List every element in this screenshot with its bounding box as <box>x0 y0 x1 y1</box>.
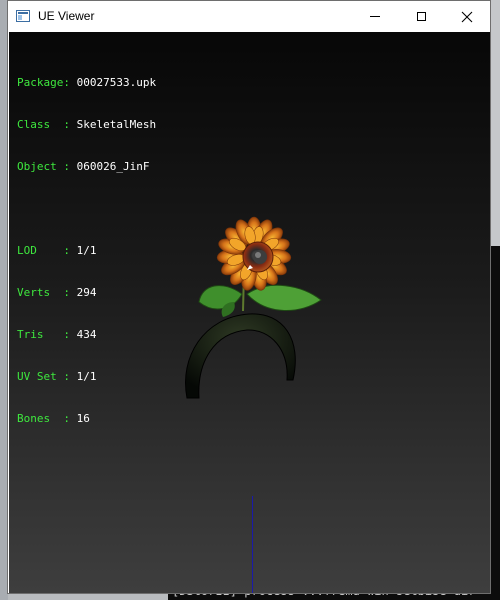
close-icon <box>461 11 473 22</box>
close-button[interactable] <box>444 1 490 32</box>
maximize-button[interactable] <box>398 1 444 32</box>
minimize-button[interactable] <box>352 1 398 32</box>
minimize-icon <box>370 16 380 17</box>
3d-viewport[interactable]: Package: 00027533.upk Class : SkeletalMe… <box>9 32 490 593</box>
sunflower-headband-model <box>185 216 322 399</box>
window-title: UE Viewer <box>38 9 95 23</box>
maximize-icon <box>416 12 426 21</box>
ue-viewer-window: UE Viewer Package: 00027533.upk Class : … <box>7 0 491 594</box>
title-bar[interactable]: UE Viewer <box>8 1 490 32</box>
axis-line <box>252 496 253 593</box>
app-window-icon <box>16 10 30 22</box>
desktop-background-right <box>490 0 500 246</box>
